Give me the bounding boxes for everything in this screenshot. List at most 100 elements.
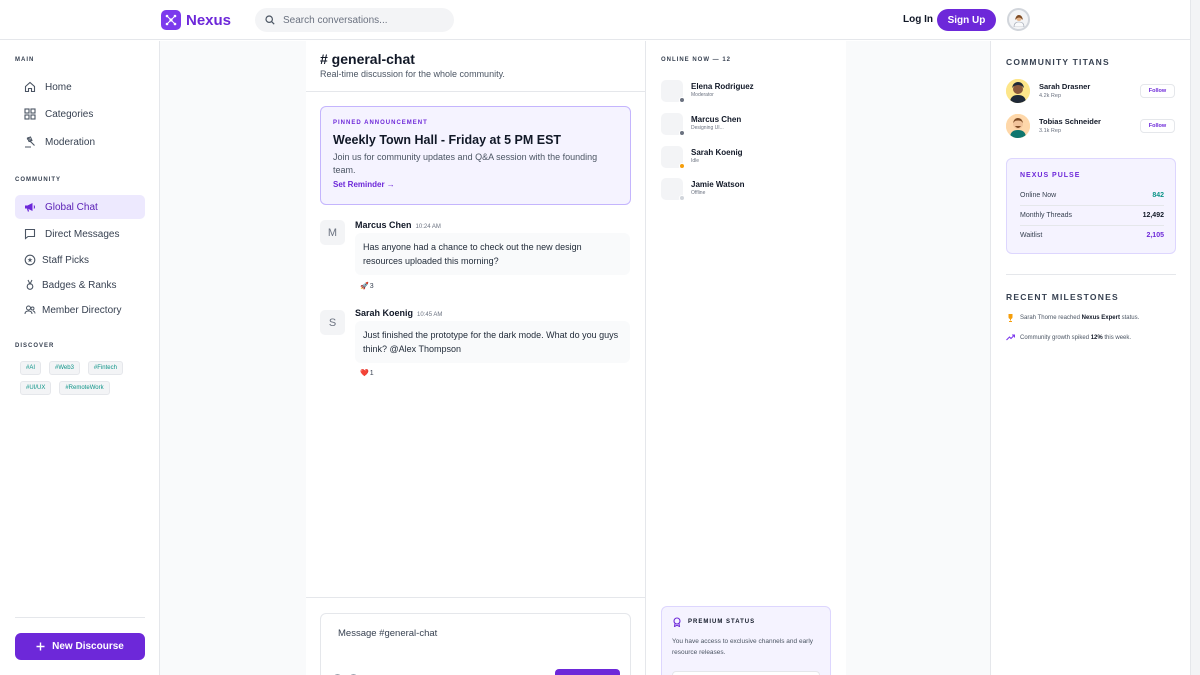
sidebar-item-badges[interactable]: Badges & Ranks (15, 273, 145, 297)
online-panel: ONLINE NOW — 12 Elena Rodriguez Moderato… (647, 41, 846, 675)
pulse-row: Monthly Threads 12,492 (1020, 212, 1164, 219)
top-header: Nexus Log In Sign Up (0, 0, 1190, 40)
search-input[interactable] (283, 14, 433, 26)
premium-header: PREMIUM STATUS (672, 617, 820, 627)
sidebar-item-global-chat[interactable]: Global Chat (15, 195, 145, 219)
users-icon (23, 303, 37, 317)
message-avatar[interactable]: S (320, 310, 345, 335)
tag-chip[interactable]: #RemoteWork (59, 381, 110, 395)
pulse-value: 2,105 (1146, 232, 1164, 239)
trend-up-icon (1006, 333, 1015, 342)
sidebar-item-label: Member Directory (42, 304, 122, 316)
member-name: Sarah Koenig (691, 148, 743, 157)
online-member[interactable]: Marcus Chen Designing UI... (661, 113, 841, 137)
titan-card: Sarah Drasner 4.2k Rep Follow (1006, 79, 1176, 103)
logo-icon (161, 10, 181, 30)
pinned-title: Weekly Town Hall - Friday at 5 PM EST (333, 133, 562, 147)
online-member[interactable]: Jamie Watson Offline (661, 178, 841, 202)
member-name: Marcus Chen (691, 115, 742, 124)
message-time: 10:24 AM (415, 224, 441, 230)
new-discourse-label: New Discourse (52, 641, 124, 652)
trophy-icon (1006, 313, 1015, 322)
online-member[interactable]: Elena Rodriguez Moderator (661, 80, 841, 104)
titan-name: Sarah Drasner (1039, 82, 1091, 91)
sidebar-item-label: Direct Messages (45, 228, 120, 240)
pulse-row: Waitlist 2,105 (1020, 232, 1164, 239)
rocket-reaction: 🚀 (360, 283, 369, 290)
sidebar-item-label: Moderation (45, 136, 96, 148)
sidebar-item-staff-picks[interactable]: Staff Picks (15, 248, 145, 272)
status-dot (679, 97, 685, 103)
premium-action[interactable] (672, 671, 820, 675)
new-discourse-button[interactable]: New Discourse (15, 633, 145, 660)
send-button[interactable] (555, 669, 620, 675)
pulse-label: Waitlist (1020, 232, 1043, 239)
reaction-chip[interactable]: ❤️ 1 (360, 369, 374, 378)
gavel-icon (23, 135, 37, 149)
follow-button[interactable]: Follow (1140, 84, 1175, 98)
right-sidebar: COMMUNITY TITANS Sarah Drasner 4.2k Rep … (991, 41, 1190, 675)
message-author[interactable]: Marcus Chen (355, 220, 412, 230)
sidebar-item-label: Badges & Ranks (42, 279, 117, 291)
milestone-item: Community growth spiked 12% this week. (1006, 333, 1181, 342)
titan-rep: 4.2k Rep (1039, 93, 1062, 99)
message-author[interactable]: Sarah Koenig (355, 308, 413, 318)
channel-title: # general-chat (320, 51, 415, 67)
community-titans-title: COMMUNITY TITANS (1006, 57, 1110, 67)
message-input[interactable] (338, 628, 578, 648)
pulse-title: NEXUS PULSE (1020, 172, 1081, 179)
pulse-label: Online Now (1020, 192, 1057, 199)
member-name: Elena Rodriguez (691, 82, 754, 91)
reaction-count: 3 (369, 282, 374, 290)
message-author-line: Sarah Koenig 10:45 AM (355, 308, 442, 318)
status-dot (679, 163, 685, 169)
sidebar-item-label: Home (45, 81, 72, 93)
search-bar[interactable] (255, 8, 454, 32)
chat-panel: # general-chat Real-time discussion for … (306, 41, 646, 675)
sidebar-item-member-directory[interactable]: Member Directory (15, 298, 145, 322)
user-avatar[interactable] (1007, 8, 1030, 31)
left-sidebar: MAIN Home Categories Moderation COMMUNIT… (0, 41, 160, 675)
pinned-body: Join us for community updates and Q&A se… (333, 152, 598, 175)
sidebar-item-direct-messages[interactable]: Direct Messages (15, 222, 145, 246)
sidebar-item-categories[interactable]: Categories (15, 102, 145, 126)
online-count-title: ONLINE NOW — 12 (661, 57, 732, 63)
user-avatar-icon (1013, 14, 1024, 27)
discover-section-title: DISCOVER (15, 343, 55, 349)
tag-chip[interactable]: #Fintech (87, 361, 123, 375)
megaphone-icon (23, 200, 37, 214)
tag-chip[interactable]: #UI/UX (20, 381, 52, 395)
sidebar-item-home[interactable]: Home (15, 75, 145, 99)
member-status: Moderator (691, 92, 714, 98)
tag-chip[interactable]: #AI (20, 361, 42, 375)
set-reminder-link[interactable]: Set Reminder → (333, 180, 618, 189)
titan-avatar[interactable] (1006, 114, 1030, 138)
sidebar-item-label: Categories (45, 108, 94, 120)
channel-subtitle: Real-time discussion for the whole commu… (320, 69, 505, 79)
login-link[interactable]: Log In (903, 14, 933, 25)
sidebar-item-moderation[interactable]: Moderation (15, 130, 145, 154)
logo[interactable]: Nexus (161, 10, 231, 30)
tag-chip[interactable]: #Web3 (49, 361, 80, 375)
scrollbar[interactable] (1190, 0, 1200, 675)
member-status: Designing UI... (691, 125, 724, 131)
sidebar-divider (15, 617, 145, 618)
reaction-chip[interactable]: 🚀 3 (360, 282, 374, 291)
sidebar-item-label: Global Chat (45, 201, 98, 213)
message-avatar[interactable]: M (320, 220, 345, 245)
background-gutter-left (160, 41, 306, 675)
recent-milestones-title: RECENT MILESTONES (1006, 292, 1119, 302)
status-dot (679, 195, 685, 201)
signup-button[interactable]: Sign Up (937, 9, 996, 31)
premium-body: You have access to exclusive channels an… (672, 638, 814, 656)
composer-area (306, 597, 646, 675)
community-section-title: COMMUNITY (15, 177, 61, 183)
follow-button[interactable]: Follow (1140, 119, 1175, 133)
plus-icon (36, 642, 45, 651)
titan-card: Tobias Schneider 3.1k Rep Follow (1006, 114, 1176, 138)
pulse-row: Online Now 842 (1020, 192, 1164, 199)
online-member[interactable]: Sarah Koenig Idle (661, 146, 841, 170)
pulse-value: 842 (1152, 192, 1164, 199)
titan-avatar[interactable] (1006, 79, 1030, 103)
message-composer[interactable] (320, 613, 631, 675)
